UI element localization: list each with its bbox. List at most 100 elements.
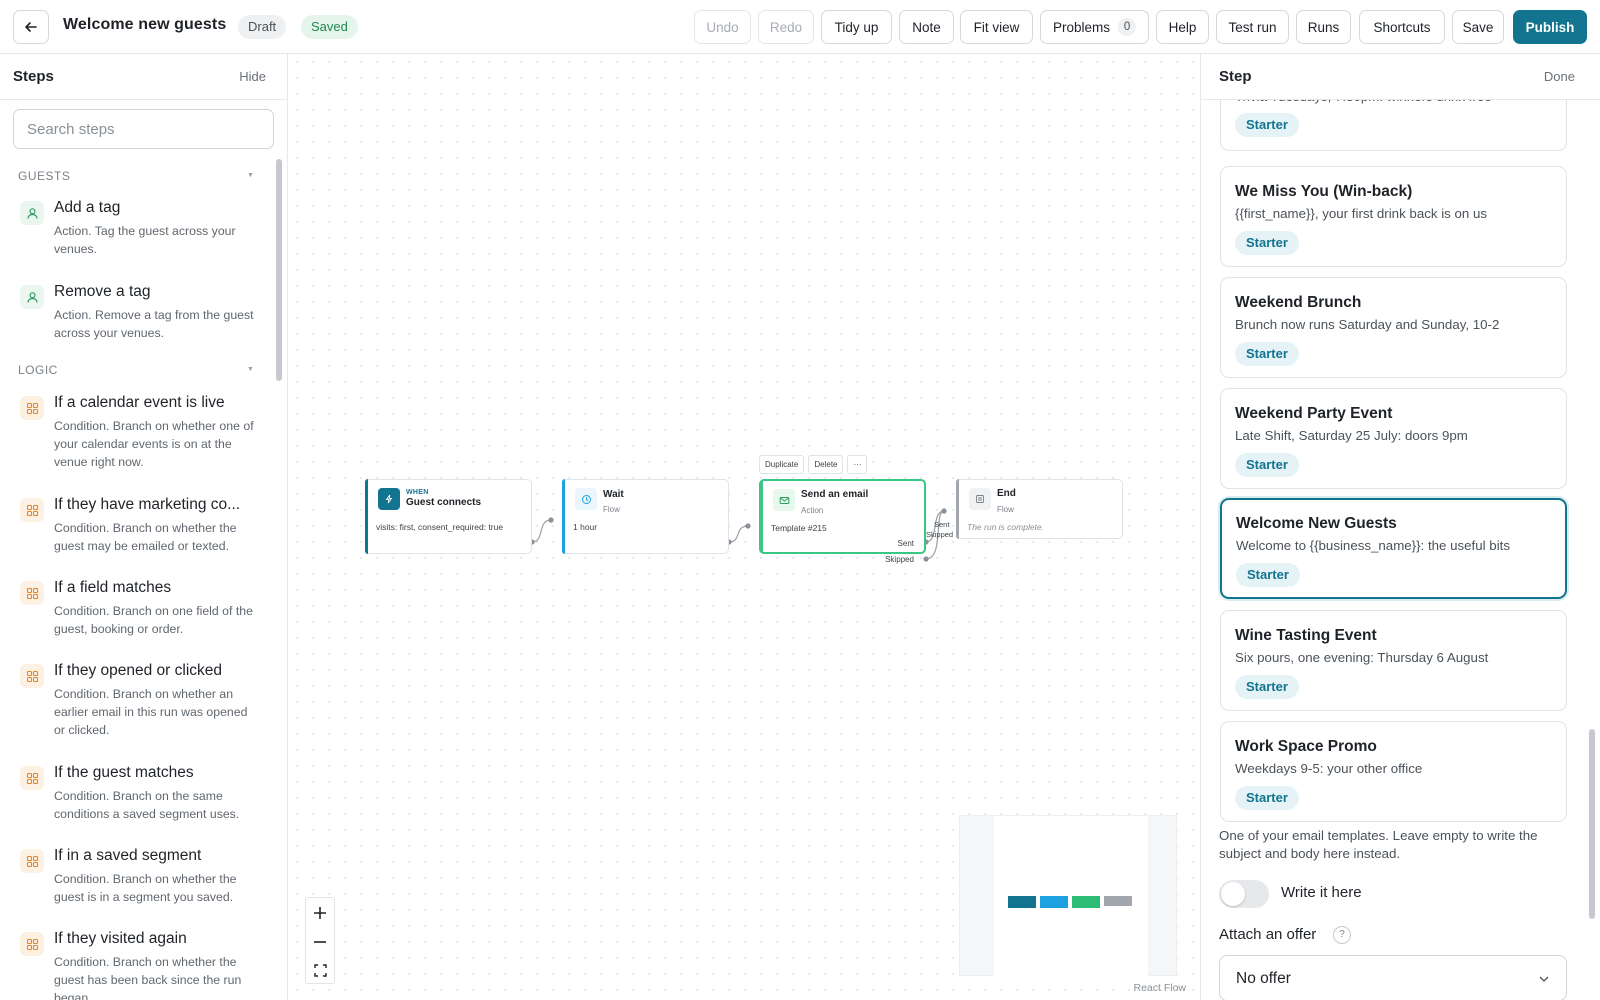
step-item-marketing-consent[interactable]: If they have marketing co... Condition. … xyxy=(18,496,254,556)
step-panel-title: Step xyxy=(1219,68,1252,85)
undo-button[interactable]: Undo xyxy=(694,10,751,44)
test-run-button[interactable]: Test run xyxy=(1216,10,1289,44)
search-steps-input[interactable] xyxy=(13,109,274,149)
arrow-left-icon xyxy=(25,22,37,32)
template-card-wine-tasting[interactable]: Wine Tasting Event Six pours, one evenin… xyxy=(1220,610,1567,711)
template-card-weekend-party[interactable]: Weekend Party Event Late Shift, Saturday… xyxy=(1220,388,1567,489)
template-subject: Late Shift, Saturday 25 July: doors 9pm xyxy=(1235,428,1468,443)
toggle-knob xyxy=(1221,882,1245,906)
template-name: Wine Tasting Event xyxy=(1235,627,1377,644)
grid-icon xyxy=(20,498,44,522)
step-name: If they opened or clicked xyxy=(54,662,223,679)
react-flow-attribution[interactable]: React Flow xyxy=(1133,982,1186,994)
zoom-out-button[interactable] xyxy=(306,927,334,956)
step-item-saved-segment[interactable]: If in a saved segment Condition. Branch … xyxy=(18,847,254,907)
step-item-guest-matches[interactable]: If the guest matches Condition. Branch o… xyxy=(18,764,254,824)
person-icon xyxy=(20,285,44,309)
step-item-field-matches[interactable]: If a field matches Condition. Branch on … xyxy=(18,579,254,639)
template-subject: {{first_name}}, your first drink back is… xyxy=(1235,206,1488,221)
note-button[interactable]: Note xyxy=(899,10,954,44)
node-detail: The run is complete. xyxy=(967,522,1045,532)
offer-select[interactable]: No offer xyxy=(1219,955,1567,1000)
node-kind: Flow xyxy=(603,505,620,514)
fit-view-button[interactable]: Fit view xyxy=(960,10,1033,44)
template-card-win-back[interactable]: We Miss You (Win-back) {{first_name}}, y… xyxy=(1220,166,1567,267)
attach-offer-label: Attach an offer xyxy=(1219,926,1317,943)
template-card-weekend-brunch[interactable]: Weekend Brunch Brunch now runs Saturday … xyxy=(1220,277,1567,378)
person-icon xyxy=(20,201,44,225)
tidy-up-button[interactable]: Tidy up xyxy=(821,10,892,44)
sidebar-scrollbar-thumb[interactable] xyxy=(276,159,282,381)
template-name: We Miss You (Win-back) xyxy=(1235,183,1413,200)
done-button[interactable]: Done xyxy=(1544,69,1575,84)
node-title: Wait xyxy=(603,489,624,500)
template-card-welcome-new-guests[interactable]: Welcome New Guests Welcome to {{business… xyxy=(1220,498,1567,599)
back-button[interactable] xyxy=(13,10,49,44)
steps-sidebar-header: Steps Hide xyxy=(0,54,287,100)
template-subject: Welcome to {{business_name}}: the useful… xyxy=(1236,538,1510,553)
minimap-node-end xyxy=(1104,896,1132,906)
sidebar-scrollbar[interactable] xyxy=(274,159,284,1000)
template-name: Welcome New Guests xyxy=(1236,515,1397,532)
minimap[interactable] xyxy=(959,815,1177,977)
port-dot xyxy=(941,508,947,514)
chevron-down-icon xyxy=(1539,976,1549,982)
step-item-calendar-event[interactable]: If a calendar event is live Condition. B… xyxy=(18,394,254,474)
zoom-in-button[interactable] xyxy=(306,898,334,927)
node-accent-bar xyxy=(365,479,368,554)
draft-badge: Draft xyxy=(238,15,287,39)
step-name: If the guest matches xyxy=(54,764,194,781)
step-item-remove-tag[interactable]: Remove a tag Action. Remove a tag from t… xyxy=(18,283,254,340)
step-name: If they visited again xyxy=(54,930,187,947)
step-name: If a field matches xyxy=(54,579,172,596)
template-subject: Six pours, one evening: Thursday 6 Augus… xyxy=(1235,650,1489,665)
node-detail: 1 hour xyxy=(573,522,598,532)
template-badge: Starter xyxy=(1235,453,1299,477)
shortcuts-button[interactable]: Shortcuts xyxy=(1359,10,1445,44)
port-dot xyxy=(923,556,929,562)
step-item-visited-again[interactable]: If they visited again Condition. Branch … xyxy=(18,930,254,1000)
caret-down-icon[interactable]: ▼ xyxy=(247,172,254,179)
node-wait[interactable]: Wait Flow 1 hour xyxy=(562,479,729,554)
template-badge: Starter xyxy=(1236,563,1300,587)
duplicate-node-button[interactable]: Duplicate xyxy=(759,455,805,474)
runs-button[interactable]: Runs xyxy=(1296,10,1351,44)
top-bar: Welcome new guests Draft Saved Undo Redo… xyxy=(0,0,1600,54)
hide-sidebar-button[interactable]: Hide xyxy=(239,69,266,84)
template-card-work-space[interactable]: Work Space Promo Weekdays 9-5: your othe… xyxy=(1220,721,1567,822)
step-name: If they have marketing co... xyxy=(54,496,241,513)
help-circle-icon[interactable]: ? xyxy=(1333,926,1351,944)
plus-icon xyxy=(314,906,326,919)
node-kind: Action xyxy=(801,506,824,515)
write-it-here-label: Write it here xyxy=(1281,884,1362,901)
save-button[interactable]: Save xyxy=(1452,10,1504,44)
node-send-email[interactable]: Send an email Action Template #215 Sent … xyxy=(759,479,926,564)
problems-button[interactable]: Problems 0 xyxy=(1040,10,1149,44)
flow-canvas[interactable]: Sent Skipped WHEN Guest connects visits:… xyxy=(289,54,1200,1000)
publish-button[interactable]: Publish xyxy=(1513,10,1587,44)
more-options-button[interactable]: ··· xyxy=(847,455,868,474)
step-description: Condition. Branch on whether the guest m… xyxy=(54,521,237,553)
help-button[interactable]: Help xyxy=(1156,10,1209,44)
fit-view-control[interactable] xyxy=(306,956,334,985)
minimap-node-trigger xyxy=(1008,896,1036,908)
redo-button[interactable]: Redo xyxy=(758,10,814,44)
mail-icon xyxy=(773,489,795,511)
delete-node-button[interactable]: Delete xyxy=(808,455,844,474)
caret-down-icon[interactable]: ▼ xyxy=(247,366,254,373)
write-it-here-toggle[interactable] xyxy=(1219,880,1269,908)
problems-count: 0 xyxy=(1118,18,1137,36)
panel-scrollbar-thumb[interactable] xyxy=(1589,729,1595,919)
node-accent-bar xyxy=(760,480,763,553)
step-item-opened-clicked[interactable]: If they opened or clicked Condition. Bra… xyxy=(18,662,254,742)
node-title: Guest connects xyxy=(406,497,482,508)
template-badge: Starter xyxy=(1235,342,1299,366)
steps-sidebar: Steps Hide GUESTS ▼ Add a tag Action. Ta… xyxy=(0,54,288,1000)
step-description: Condition. Branch on whether one of your… xyxy=(54,419,254,469)
step-description: Condition. Branch on one field of the gu… xyxy=(54,604,253,636)
step-name: Add a tag xyxy=(54,199,121,216)
node-end[interactable]: End Flow The run is complete. xyxy=(956,479,1123,539)
node-kind: Flow xyxy=(997,505,1014,514)
node-trigger[interactable]: WHEN Guest connects visits: first, conse… xyxy=(365,479,532,554)
step-item-add-tag[interactable]: Add a tag Action. Tag the guest across y… xyxy=(18,199,254,256)
